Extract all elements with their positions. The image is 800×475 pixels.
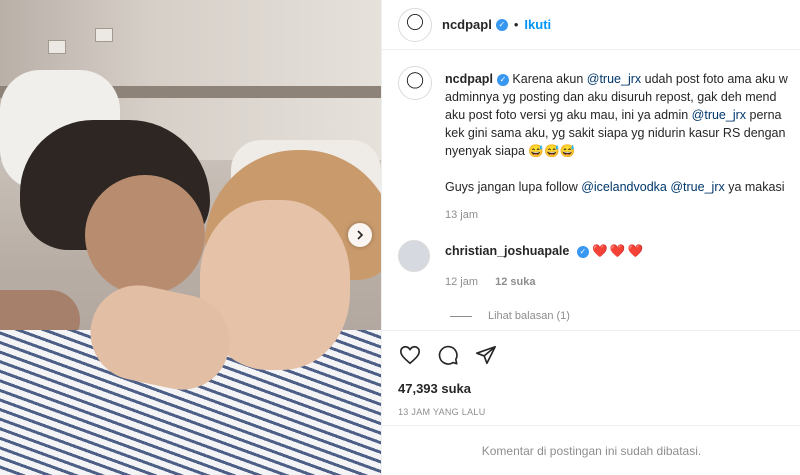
post-photo[interactable]	[0, 0, 381, 475]
post-header: ncdpapl ✓ • Ikuti	[382, 0, 800, 50]
comment-bubble-icon[interactable]	[436, 343, 460, 367]
mention-link[interactable]: @true_jrx	[670, 180, 724, 194]
caption-line: ncdpapl ✓ Karena akun @true_jrx udah post…	[445, 70, 800, 88]
caption-line: adminnya yg posting dan aku disuruh repo…	[445, 90, 777, 104]
paper-plane-icon[interactable]	[474, 343, 498, 367]
comment-body: ❤️❤️❤️	[592, 244, 646, 258]
post-timestamp: 13 JAM YANG LALU	[398, 407, 486, 417]
photo-outlet	[95, 28, 113, 42]
comments-closed-notice: Komentar di postingan ini sudah dibatasi…	[382, 425, 800, 475]
caption-username[interactable]: ncdpapl	[445, 72, 493, 86]
caption-line: Guys jangan lupa follow @icelandvodka @t…	[445, 178, 800, 196]
view-replies-label: Lihat balasan (1)	[488, 310, 570, 322]
action-icons	[398, 343, 498, 367]
header-username[interactable]: ncdpapl	[442, 17, 492, 32]
verified-badge-icon: ✓	[576, 245, 589, 258]
header-separator: •	[513, 17, 519, 32]
caption-line: nyenyak siapa 😅😅😅	[445, 144, 576, 158]
caption-text-segment: Guys jangan lupa follow	[445, 180, 582, 194]
mention-link[interactable]: @true_jrx	[692, 108, 746, 122]
caption-text-segment: udah post foto ama aku w	[641, 72, 788, 86]
verified-badge-icon: ✓	[496, 73, 509, 86]
verified-badge-icon: ✓	[495, 18, 508, 31]
next-photo-button[interactable]	[348, 223, 372, 247]
caption-time: 13 jam	[445, 209, 479, 221]
comment-username[interactable]: christian_joshuapale	[445, 244, 569, 258]
post-side-panel: ncdpapl ✓ • Ikuti ncdpapl ✓ Karena akun @…	[381, 0, 800, 475]
view-replies-button[interactable]: Lihat balasan (1)	[450, 310, 570, 322]
caption-text-segment: perna	[746, 108, 782, 122]
avatar-image	[402, 70, 428, 96]
comment-likes[interactable]: 12 suka	[495, 276, 535, 288]
caption-text-segment: aku post foto versi yg aku mau, ini ya a…	[445, 108, 692, 122]
comment-time: 12 jam	[445, 276, 479, 288]
post-actions: 47,393 suka 13 JAM YANG LALU	[382, 330, 800, 425]
photo-outlet	[48, 40, 66, 54]
caption-text: ncdpapl ✓ Karena akun @true_jrx udah post…	[445, 70, 800, 224]
mention-link[interactable]: @true_jrx	[587, 72, 641, 86]
mention-link[interactable]: @icelandvodka	[581, 180, 667, 194]
caption-text-segment: Karena akun	[512, 72, 587, 86]
avatar[interactable]	[398, 7, 432, 42]
comment-text: christian_joshuapale ✓ ❤️❤️❤️	[445, 244, 645, 259]
comment-meta: 12 jam 12 suka	[445, 276, 535, 288]
photo-person-face	[85, 175, 205, 295]
follow-button[interactable]: Ikuti	[524, 17, 551, 32]
chevron-right-icon	[355, 227, 365, 243]
avatar[interactable]	[398, 240, 430, 272]
heart-icon[interactable]	[398, 343, 422, 367]
caption-line: kek gini sama aku, yg sakit siapa yg nid…	[445, 126, 786, 140]
avatar[interactable]	[398, 66, 432, 100]
post-likes-count[interactable]: 47,393 suka	[398, 381, 471, 396]
caption-line: aku post foto versi yg aku mau, ini ya a…	[445, 106, 800, 124]
replies-divider	[450, 315, 472, 317]
caption-text-segment: ya makasi	[724, 180, 785, 194]
avatar-image	[402, 11, 428, 38]
